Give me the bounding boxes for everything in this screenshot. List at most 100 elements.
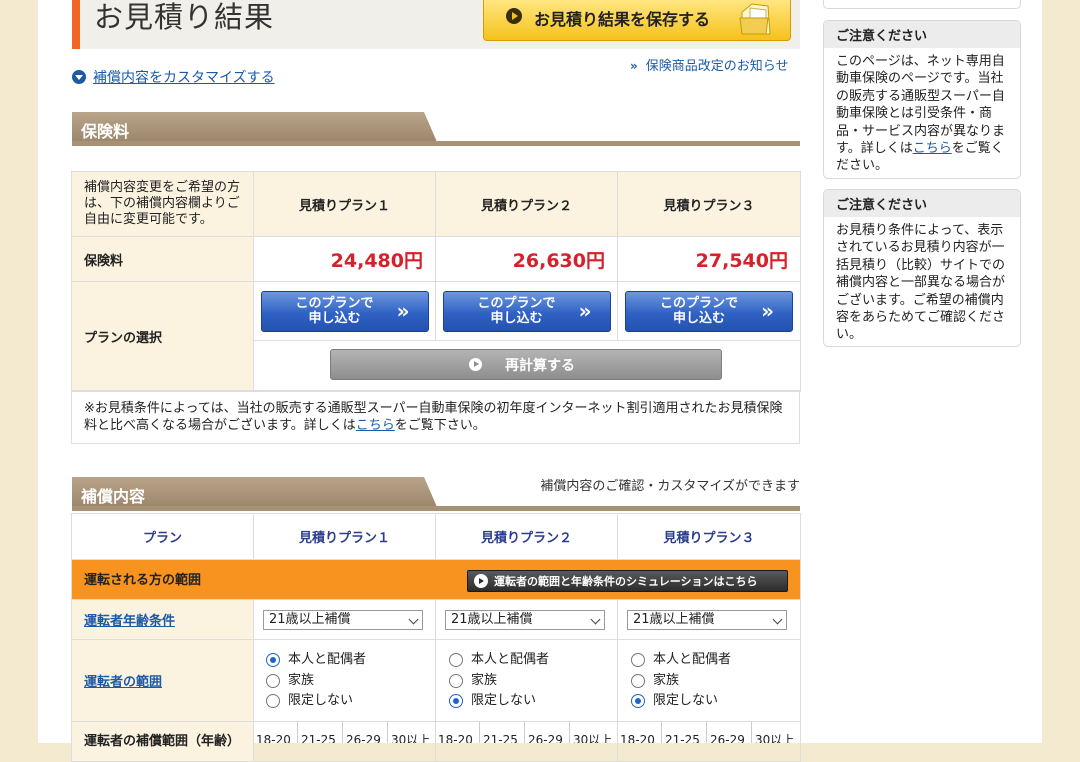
plan-select-cell-1: このプランで 申し込む »	[253, 281, 436, 341]
age-condition-value: 21歳以上補償	[451, 612, 533, 627]
age-bucket-cell: 30以上	[573, 733, 613, 743]
driver-range-option[interactable]: 家族	[266, 671, 366, 692]
driver-range-option[interactable]: 限定しない	[449, 691, 549, 712]
play-icon	[506, 8, 522, 24]
option-label: 家族	[471, 672, 498, 688]
option-label: 家族	[288, 672, 315, 688]
apply-label-line2: 申し込む	[672, 310, 725, 326]
double-chevron-right-icon: »	[630, 59, 638, 73]
premium-row: 保険料 24,480円 26,630円 27,540円	[71, 236, 801, 282]
coverage-section-title: 補償内容	[81, 487, 146, 506]
driver-range-option[interactable]: 本人と配偶者	[266, 650, 366, 671]
option-label: 本人と配偶者	[471, 652, 550, 667]
option-label: 限定しない	[288, 693, 354, 708]
recalculate-label: 再計算する	[505, 358, 575, 374]
plan-header-3: 見積りプラン３	[617, 171, 801, 237]
age-bucket-cell: 30以上	[391, 733, 431, 743]
sidebar-notice-body-2: お見積り条件によって、表示されているお見積り内容が一括見積り（比較）サイトでの補…	[836, 223, 1006, 343]
disclaimer-details-link[interactable]: こちら	[356, 418, 395, 433]
age-condition-label-cell: 運転者年齢条件	[71, 599, 254, 640]
coverage-section-subtitle: 補償内容のご確認・カスタマイズができます	[540, 479, 800, 494]
age-bucket-cell: 21-25	[480, 722, 525, 743]
coverage-section-header: 補償内容 補償内容のご確認・カスタマイズができます	[72, 477, 800, 515]
chevron-down-circle-icon	[72, 70, 86, 84]
age-bucket-cell: 21-25	[662, 722, 707, 743]
driver-range-option[interactable]: 限定しない	[266, 691, 366, 712]
customize-coverage-link[interactable]: 補償内容をカスタマイズする	[72, 67, 275, 87]
plan-header-row: 補償内容変更をご希望の方は、下の補償内容欄よりご自由に変更可能です。 見積りプラ…	[71, 171, 801, 237]
driver-simulation-label: 運転者の範囲と年齢条件のシミュレーションはこちら	[494, 575, 758, 588]
radio-unselected	[631, 673, 645, 688]
plan-header-2: 見積りプラン２	[435, 171, 618, 237]
radio-unselected	[266, 673, 280, 688]
radio-selected	[449, 694, 463, 709]
age-condition-value: 21歳以上補償	[269, 612, 351, 627]
apply-plan-1-button[interactable]: このプランで 申し込む »	[260, 290, 429, 332]
plan-select-label: プランの選択	[71, 281, 254, 392]
option-label: 限定しない	[653, 693, 719, 708]
driver-range-label-cell: 運転者の範囲	[71, 639, 254, 722]
age-bucket-cell: 26-29	[343, 722, 388, 743]
age-condition-select-3[interactable]: 21歳以上補償	[627, 610, 787, 630]
coverage-plan-header-1: 見積りプラン１	[253, 513, 436, 560]
header-accent-bar	[72, 0, 80, 49]
sidebar-notice-title-1: ご注意ください	[824, 21, 1020, 48]
sidebar-notice-box-2: ご注意ください お見積り条件によって、表示されているお見積り内容が一括見積り（比…	[823, 189, 1021, 347]
radio-unselected	[631, 653, 645, 668]
plan-select-cell-3: このプランで 申し込む »	[617, 281, 801, 341]
age-condition-select-1[interactable]: 21歳以上補償	[263, 610, 423, 630]
sidebar-notice-title-2: ご注意ください	[824, 190, 1020, 217]
play-icon	[469, 358, 482, 371]
age-bucket-cell: 18-20	[617, 722, 662, 743]
premium-disclaimer: ※お見積条件によっては、当社の販売する通販型スーパー自動車保険の初年度インターネ…	[71, 390, 800, 444]
age-range-label: 運転者の補償範囲（年齢）	[71, 721, 254, 762]
chevron-down-icon	[772, 614, 783, 625]
apply-label-line2: 申し込む	[308, 310, 361, 326]
customize-note: 補償内容変更をご希望の方は、下の補償内容欄よりご自由に変更可能です。	[71, 171, 254, 237]
sidebar-notice-box-1: ご注意ください このページは、ネット専用自動車保険のページです。当社の販売する通…	[823, 20, 1021, 179]
product-revision-notice-label: 保険商品改定のお知らせ	[645, 59, 789, 74]
age-bucket-cell: 21-25	[298, 722, 343, 743]
age-condition-link[interactable]: 運転者年齢条件	[84, 614, 175, 629]
age-bucket-cell: 26-29	[707, 722, 752, 743]
chevron-down-icon	[590, 614, 601, 625]
radio-selected	[266, 653, 280, 668]
radio-unselected	[266, 694, 280, 709]
premium-row-label: 保険料	[71, 236, 254, 282]
driver-simulation-button[interactable]: 運転者の範囲と年齢条件のシミュレーションはこちら	[467, 570, 788, 592]
product-revision-notice-link[interactable]: » 保険商品改定のお知らせ	[630, 55, 789, 74]
recalculate-button[interactable]: 再計算する	[330, 349, 722, 380]
radio-unselected	[449, 653, 463, 668]
driver-range-option[interactable]: 本人と配偶者	[449, 650, 549, 671]
apply-label-line1: このプランで	[659, 295, 738, 311]
save-quote-label: お見積り結果を保存する	[534, 10, 711, 29]
option-label: 限定しない	[471, 693, 537, 708]
radio-unselected	[449, 673, 463, 688]
plan-header-1: 見積りプラン１	[253, 171, 436, 237]
apply-plan-2-button[interactable]: このプランで 申し込む »	[442, 290, 611, 332]
premium-price-3: 27,540円	[617, 236, 801, 282]
plan-select-row: プランの選択 このプランで 申し込む » このプランで 申し込む » このプランで申…	[71, 281, 801, 392]
age-bucket-cell: 18-20	[435, 722, 480, 743]
age-bucket-cell: 30以上	[755, 733, 795, 743]
option-label: 本人と配偶者	[653, 652, 732, 667]
apply-plan-3-button[interactable]: このプランで 申し込む »	[625, 290, 793, 332]
driver-range-radio-group-3: 本人と配偶者 家族 限定しない	[631, 650, 731, 712]
chevron-down-icon	[408, 614, 419, 625]
age-bucket-cell: 26-29	[525, 722, 570, 743]
driver-range-option[interactable]: 本人と配偶者	[631, 650, 731, 671]
sidebar-notice-body-1: このページは、ネット専用自動車保険のページです。当社の販売する通販型スーパー自動…	[824, 48, 1020, 178]
sidebar-top-box	[823, 0, 1021, 9]
driver-range-option[interactable]: 限定しない	[631, 691, 731, 712]
option-label: 本人と配偶者	[288, 652, 367, 667]
sidebar-details-link[interactable]: こちら	[913, 141, 952, 156]
driver-range-option[interactable]: 家族	[631, 671, 731, 692]
driver-range-link[interactable]: 運転者の範囲	[84, 675, 162, 690]
age-condition-select-2[interactable]: 21歳以上補償	[445, 610, 605, 630]
driver-range-option[interactable]: 家族	[449, 671, 549, 692]
save-quote-button[interactable]: お見積り結果を保存する	[483, 0, 791, 41]
section-divider	[72, 141, 800, 146]
double-chevron-right-icon: »	[578, 298, 592, 323]
age-bucket-cell: 18-20	[253, 722, 298, 743]
driver-range-radio-group-1: 本人と配偶者 家族 限定しない	[266, 650, 366, 712]
